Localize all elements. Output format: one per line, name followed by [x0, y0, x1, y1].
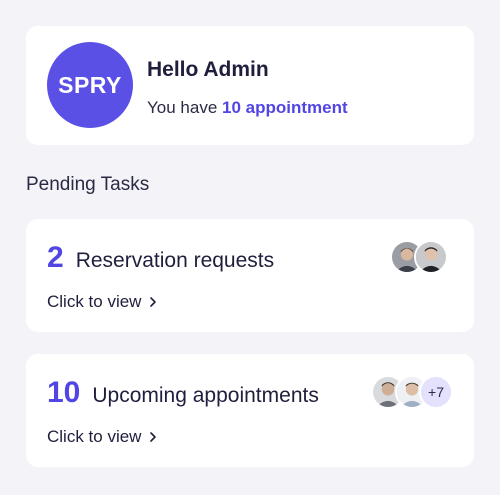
task-header: 2 Reservation requests	[47, 241, 274, 275]
task-label: Upcoming appointments	[92, 384, 319, 407]
avatar	[414, 240, 448, 274]
dashboard: SPRY Hello Admin You have 10 appointment…	[0, 0, 500, 495]
chevron-right-icon	[150, 432, 157, 442]
task-header: 10 Upcoming appointments	[47, 376, 319, 410]
link-label: Click to view	[47, 427, 142, 446]
link-label: Click to view	[47, 292, 142, 311]
appointment-summary: You have 10 appointment	[147, 98, 348, 118]
greeting-title: Hello Admin	[147, 58, 269, 81]
chevron-right-icon	[150, 297, 157, 307]
brand-logo: SPRY	[47, 42, 133, 128]
section-title: Pending Tasks	[26, 174, 150, 195]
appointment-count-link[interactable]: 10 appointment	[222, 98, 348, 117]
task-count: 10	[47, 376, 81, 409]
click-to-view-link[interactable]: Click to view	[47, 427, 157, 447]
summary-prefix: You have	[147, 98, 218, 117]
avatar-group	[390, 240, 448, 274]
more-avatars-badge[interactable]: +7	[419, 375, 453, 409]
task-card-appointments[interactable]: 10 Upcoming appointments +7 Click to vie…	[26, 354, 474, 467]
click-to-view-link[interactable]: Click to view	[47, 292, 157, 312]
task-count: 2	[47, 241, 64, 274]
task-card-reservations[interactable]: 2 Reservation requests Click to view	[26, 219, 474, 332]
avatar-group: +7	[371, 375, 453, 409]
logo-text: SPRY	[58, 71, 122, 98]
profile-card: SPRY Hello Admin You have 10 appointment	[26, 26, 474, 145]
task-label: Reservation requests	[75, 249, 275, 272]
